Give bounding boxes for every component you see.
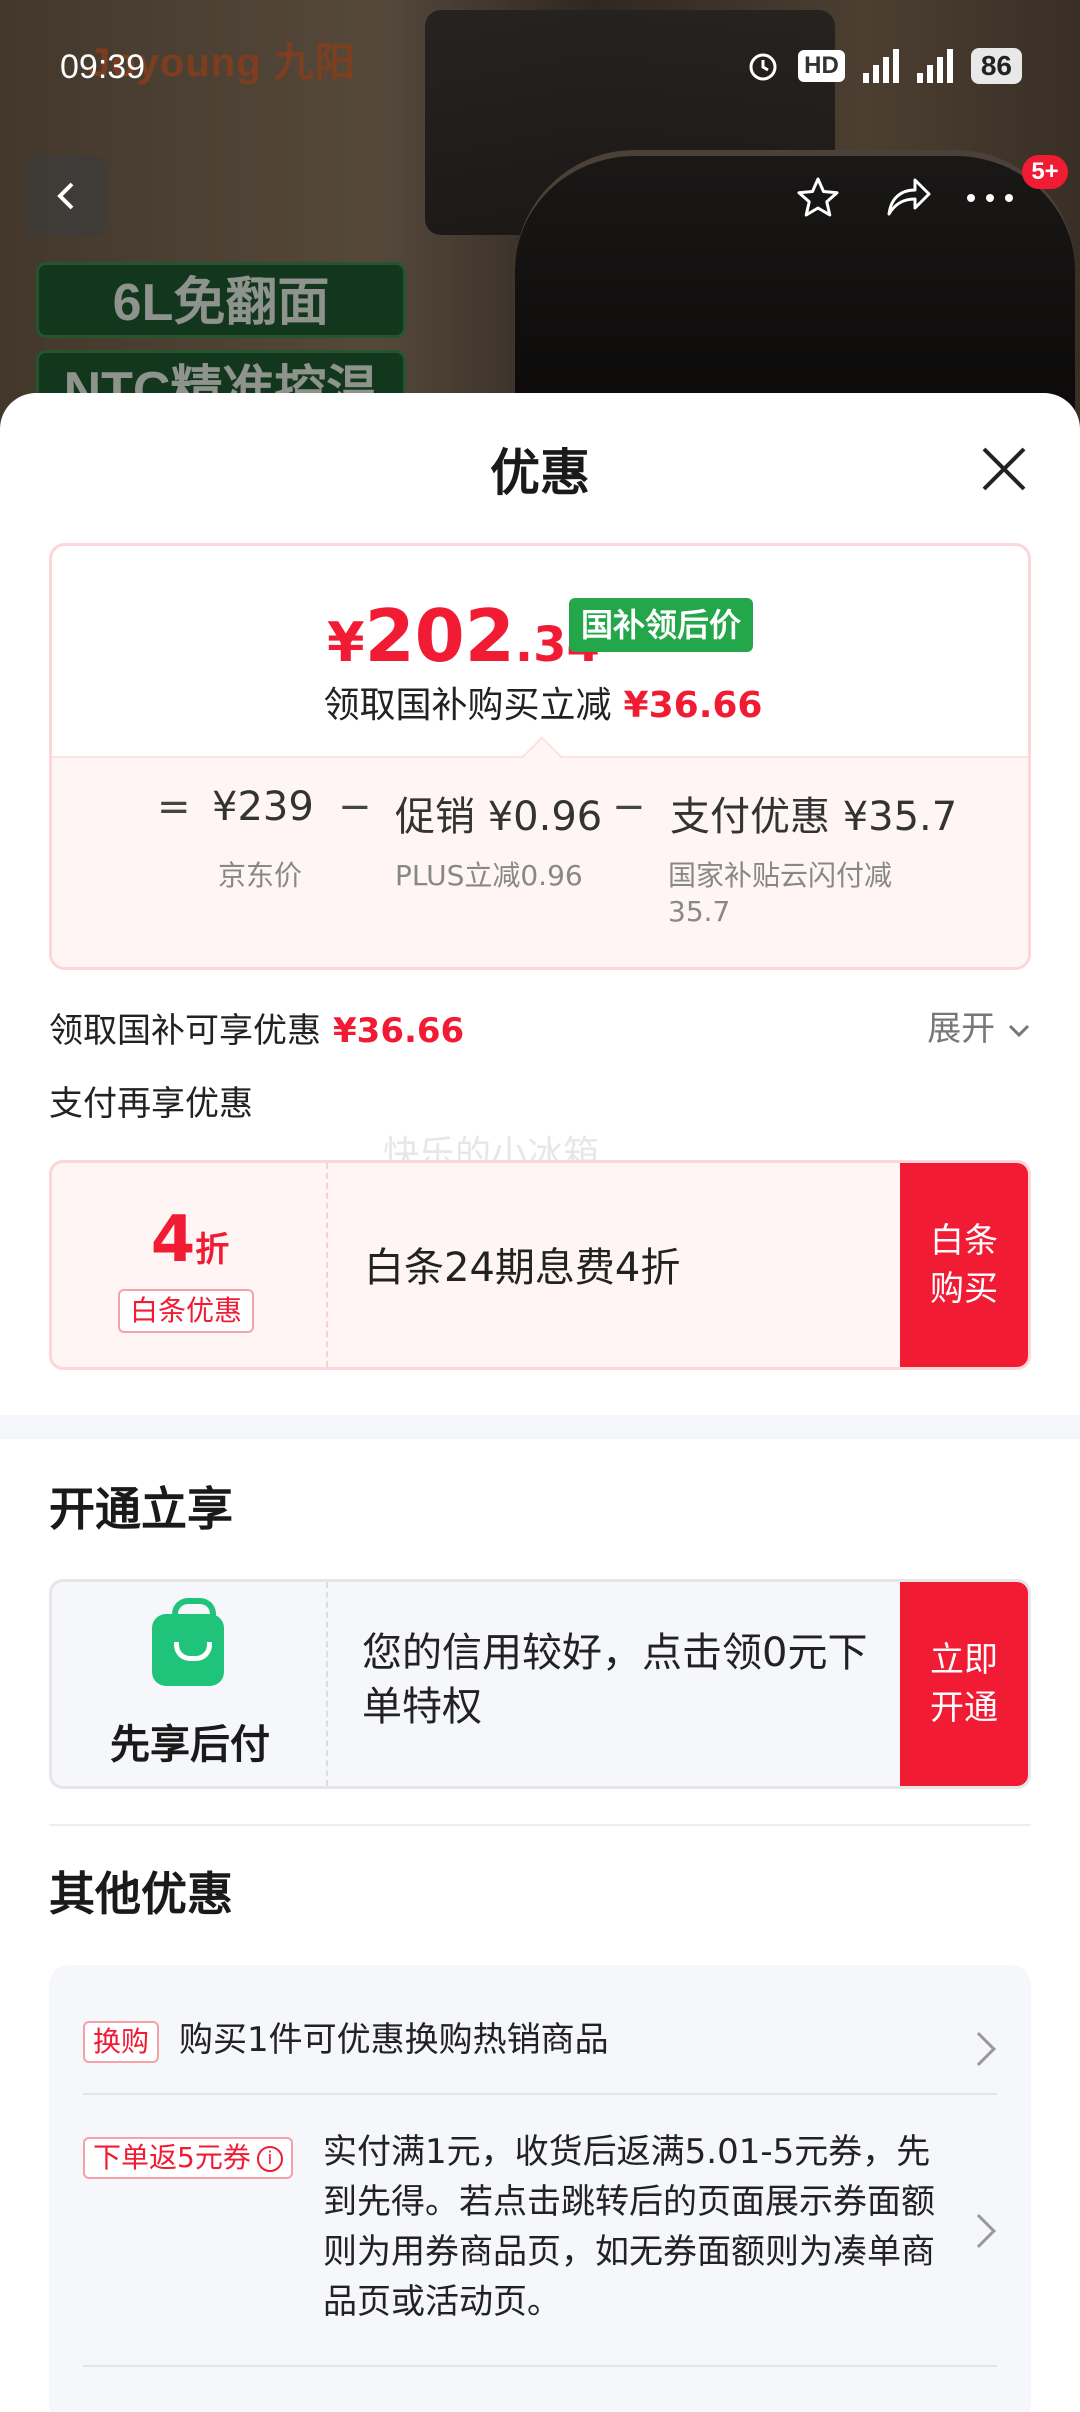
battery-icon: 86 <box>970 48 1022 84</box>
offer-separator <box>83 2365 997 2367</box>
status-time: 09:39 <box>60 48 146 86</box>
price-summary: ¥ 202 .34 国补领后价 领取国补购买立减 ¥36.66 <box>52 546 1028 756</box>
more-button[interactable] <box>960 168 1020 228</box>
bnpl-offer-card[interactable]: 先享后付 您的信用较好，点击领0元下单特权 立即开通 <box>49 1579 1031 1789</box>
promo-caption: PLUS立减0.96 <box>395 859 583 892</box>
exchange-text: 购买1件可优惠换购热销商品 <box>179 2020 609 2060</box>
expand-label: 展开 <box>927 1009 996 1049</box>
pay-caption-line1: 国家补贴云闪付减 <box>668 859 893 892</box>
subsidy-price-tag: 国补领后价 <box>569 598 754 652</box>
baitiao-rate-block: 4折 白条优惠 <box>52 1163 328 1367</box>
bnpl-open-button[interactable]: 立即开通 <box>900 1582 1028 1786</box>
subsidy-row-amount: ¥36.66 <box>333 1011 465 1051</box>
chevron-right-icon <box>962 2032 996 2066</box>
shopping-bag-icon <box>152 1598 224 1686</box>
close-button[interactable] <box>976 441 1032 497</box>
minus-sign-1: − <box>338 784 372 830</box>
offer-row-exchange[interactable]: 换购 购买1件可优惠换购热销商品 <box>83 2003 997 2083</box>
alarm-icon <box>749 53 777 81</box>
other-offers-card: 换购 购买1件可优惠换购热销商品 下单返5元券 i 实付满1元，收货后返满5.01… <box>49 1965 1031 2412</box>
baitiao-rate-unit: 折 <box>195 1230 230 1270</box>
bnpl-description: 您的信用较好，点击领0元下单特权 <box>362 1630 868 1730</box>
chevron-left-icon <box>57 182 74 210</box>
exchange-tag: 换购 <box>83 2021 160 2063</box>
final-price: ¥ 202 .34 <box>327 594 600 678</box>
promo-amount: 促销 ¥0.96 <box>395 794 603 840</box>
offer-separator <box>83 2093 997 2095</box>
status-bar: 09:39 HD 86 <box>0 0 1080 140</box>
sheet-title: 优惠 <box>490 445 590 501</box>
bnpl-brand-block: 先享后付 <box>52 1582 328 1786</box>
message-badge: 5+ <box>1022 155 1068 189</box>
subsidy-subtitle-amount: ¥36.66 <box>623 685 763 726</box>
expand-toggle[interactable]: 展开 <box>927 1001 1032 1050</box>
hd-icon: HD <box>798 50 845 82</box>
chevron-right-icon <box>962 2214 996 2248</box>
baitiao-offer-card[interactable]: 4折 白条优惠 白条24期息费4折 白条购买 <box>49 1160 1031 1370</box>
baitiao-description: 白条24期息费4折 <box>364 1245 681 1291</box>
pay-more-label: 支付再享优惠 <box>49 1084 253 1124</box>
share-icon <box>887 178 931 216</box>
info-icon[interactable]: i <box>256 2146 283 2172</box>
share-button[interactable] <box>878 168 938 228</box>
baitiao-badge: 白条优惠 <box>118 1289 255 1333</box>
divider-line <box>49 1824 1031 1826</box>
chevron-down-icon <box>1008 1024 1030 1038</box>
open-section-title: 开通立享 <box>49 1483 233 1535</box>
subsidy-row-label: 领取国补可享优惠 <box>49 1011 321 1051</box>
signal-icon-2 <box>916 49 953 83</box>
bnpl-name: 先享后付 <box>110 1723 270 1767</box>
back-button[interactable] <box>26 156 106 236</box>
jd-price-caption: 京东价 <box>218 859 303 892</box>
more-icon <box>967 194 1013 202</box>
baitiao-rate-number: 4 <box>150 1203 196 1277</box>
price-integer: 202 <box>364 594 515 678</box>
offer-row-coupon[interactable]: 下单返5元券 i 实付满1元，收货后返满5.01-5元券，先到先得。若点击跳转后的… <box>83 2125 997 2345</box>
jd-price: ¥239 <box>212 784 314 830</box>
baitiao-rate: 4折 <box>52 1203 328 1277</box>
coupon-tag: 下单返5元券 i <box>83 2137 293 2179</box>
subsidy-subtitle-text: 领取国补购买立减 <box>323 685 612 726</box>
pay-caption-line2: 35.7 <box>668 895 731 928</box>
other-section-title: 其他优惠 <box>49 1868 233 1920</box>
coupon-text: 实付满1元，收货后返满5.01-5元券，先到先得。若点击跳转后的页面展示券面额则… <box>323 2132 935 2322</box>
pay-discount-caption: 国家补贴云闪付减 35.7 <box>668 858 892 930</box>
favorite-button[interactable] <box>788 168 848 228</box>
minus-sign-2: − <box>612 784 646 830</box>
price-currency: ¥ <box>327 611 365 674</box>
discount-sheet: 优惠 ¥ 202 .34 国补领后价 领取国补购买立减 ¥36.66 = ¥239… <box>0 393 1080 2412</box>
equals-sign: = <box>157 784 191 830</box>
section-divider <box>0 1415 1080 1439</box>
price-card: ¥ 202 .34 国补领后价 领取国补购买立减 ¥36.66 = ¥239 京东… <box>49 543 1031 970</box>
star-icon <box>797 177 839 217</box>
coupon-tag-label: 下单返5元券 <box>93 2141 251 2174</box>
subsidy-row: 领取国补可享优惠 ¥36.66 <box>49 1003 464 1052</box>
price-breakdown: = ¥239 京东价 − 促销 ¥0.96 PLUS立减0.96 − 支付优惠 … <box>52 736 1028 967</box>
close-icon <box>982 447 1026 491</box>
pay-discount-amount: 支付优惠 ¥35.7 <box>670 794 958 840</box>
subsidy-subtitle: 领取国补购买立减 ¥36.66 <box>52 676 1028 728</box>
baitiao-buy-button[interactable]: 白条购买 <box>900 1163 1028 1367</box>
status-icons: HD 86 <box>746 48 1022 84</box>
signal-icon-1 <box>862 49 899 83</box>
